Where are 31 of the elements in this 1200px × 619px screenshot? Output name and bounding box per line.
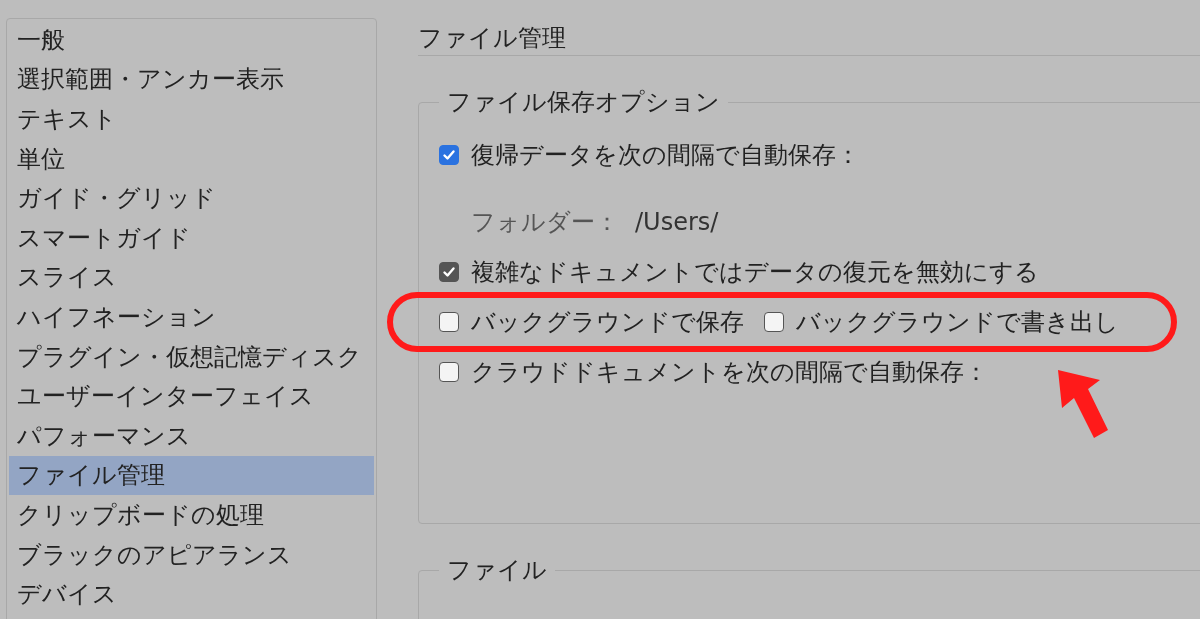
category-item[interactable]: ガイド・グリッド <box>9 178 374 218</box>
checkbox[interactable] <box>439 312 459 332</box>
checkbox-label: 複雑なドキュメントではデータの復元を無効にする <box>471 257 1039 288</box>
category-item[interactable]: テキスト <box>9 99 374 139</box>
section-title: ファイル管理 <box>418 24 566 52</box>
category-item[interactable]: ファイル管理 <box>9 455 374 496</box>
folder-label: フォルダー： <box>471 207 619 238</box>
checkbox-label: 復帰データを次の間隔で自動保存： <box>471 140 860 171</box>
category-item[interactable]: プラグイン・仮想記憶ディスク <box>9 336 374 377</box>
category-item[interactable]: パフォーマンス <box>9 415 374 456</box>
group-title: ファイル <box>446 555 548 586</box>
checkbox[interactable] <box>764 312 784 332</box>
category-item[interactable]: ブラックのアピアランス <box>9 534 374 575</box>
category-item[interactable]: 選択範囲・アンカー表示 <box>9 59 374 100</box>
checkbox-label: クラウドドキュメントを次の間隔で自動保存： <box>471 357 988 388</box>
category-item[interactable]: スライス <box>9 257 374 298</box>
checkmark-icon <box>442 265 456 279</box>
checkbox-label: バックグラウンドで書き出し <box>796 307 1119 338</box>
category-item[interactable]: 単位 <box>9 138 374 179</box>
checkbox[interactable] <box>439 362 459 382</box>
checkbox-label: バックグラウンドで保存 <box>471 307 744 338</box>
group-title: ファイル保存オプション <box>446 87 721 118</box>
folder-path: /Users/ <box>635 207 719 238</box>
checkbox[interactable] <box>439 145 459 165</box>
checkmark-icon <box>442 148 456 162</box>
category-item[interactable]: スマートガイド <box>9 217 374 258</box>
category-item[interactable]: ユーザーインターフェイス <box>9 376 374 416</box>
category-item[interactable]: 一般 <box>9 20 374 60</box>
category-item[interactable]: ハイフネーション <box>9 297 374 337</box>
category-item[interactable]: クリップボードの処理 <box>9 495 374 535</box>
category-item[interactable]: デバイス <box>9 574 374 614</box>
